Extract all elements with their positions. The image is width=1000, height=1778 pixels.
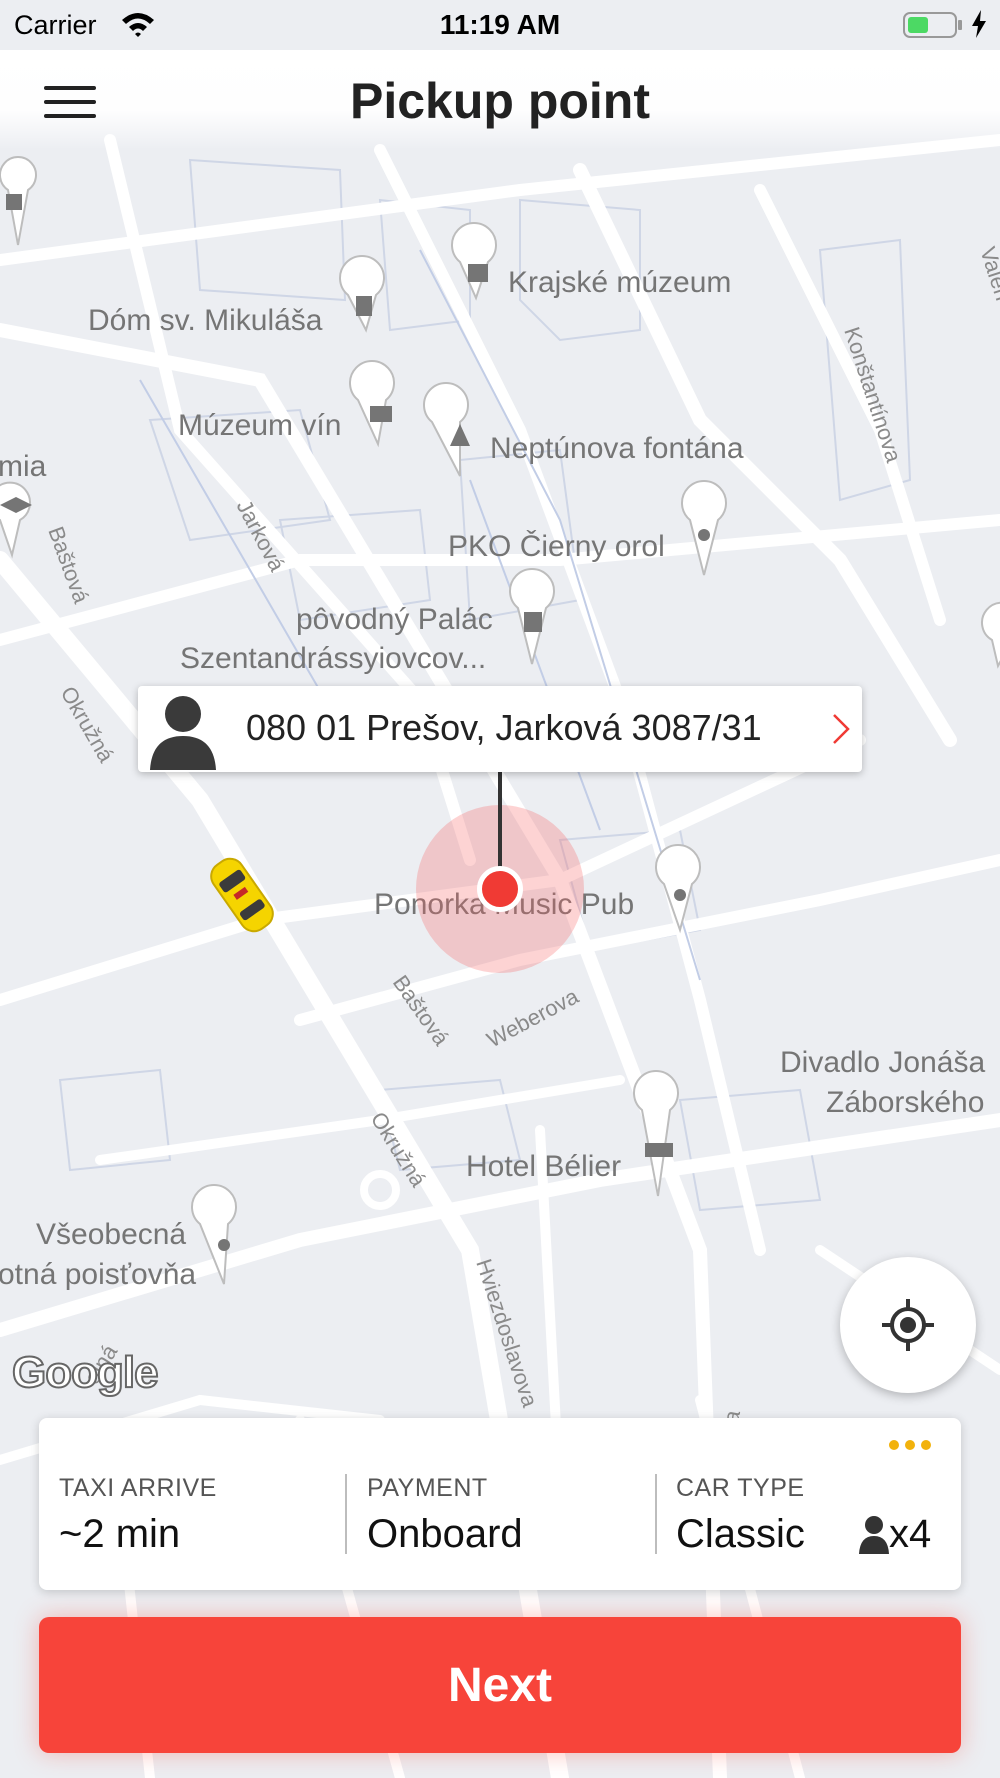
seat-count-value: x4 [889, 1512, 932, 1556]
place-label: Krajské múzeum [508, 266, 731, 299]
taxi-car-icon [210, 857, 274, 933]
place-label: Múzeum vín [178, 409, 341, 442]
car-type-selector[interactable]: CAR TYPE Classic [676, 1474, 856, 1566]
taxi-arrive-value: ~2 min [59, 1512, 181, 1556]
payment-value: Onboard [367, 1512, 523, 1556]
pickup-address-card[interactable]: 080 01 Prešov, Jarková 3087/31 [138, 686, 862, 772]
crosshair-icon [882, 1299, 934, 1351]
place-label: Szentandrássyiovcov... [180, 642, 486, 675]
trip-info-card: TAXI ARRIVE ~2 min PAYMENT Onboard CAR T… [39, 1418, 961, 1590]
pickup-address: 080 01 Prešov, Jarková 3087/31 [246, 707, 762, 748]
divider [655, 1474, 657, 1554]
place-label: PKO Čierny orol [448, 529, 665, 563]
car-type-value: Classic [676, 1512, 805, 1556]
pickup-pin-icon[interactable] [477, 866, 523, 912]
battery-icon [903, 12, 962, 38]
place-label: Divadlo Jonáša [780, 1046, 985, 1079]
person-icon [859, 1516, 889, 1554]
taxi-arrive-section: TAXI ARRIVE ~2 min [59, 1474, 319, 1566]
place-label: Hotel Bélier [466, 1150, 621, 1183]
status-bar: Carrier 11:19 AM [0, 0, 1000, 50]
payment-label: PAYMENT [367, 1474, 488, 1502]
seat-count: x4 [859, 1512, 933, 1556]
payment-selector[interactable]: PAYMENT Onboard [367, 1474, 627, 1566]
my-location-button[interactable] [840, 1257, 976, 1393]
place-label: Záborského [826, 1086, 984, 1119]
user-silhouette-icon [150, 696, 216, 770]
place-label: Dóm sv. Mikuláša [88, 304, 323, 337]
place-label: mia [0, 450, 47, 483]
place-label: pôvodný Palác [296, 603, 493, 636]
page-title: Pickup point [350, 73, 650, 129]
place-label: Všeobecná [36, 1218, 186, 1251]
taxi-arrive-label: TAXI ARRIVE [59, 1474, 217, 1502]
place-label: otná poisťovňa [0, 1258, 196, 1291]
more-dots-icon[interactable] [889, 1438, 933, 1452]
divider [345, 1474, 347, 1554]
chevron-right-icon [833, 714, 850, 744]
place-label: Neptúnova fontána [490, 432, 744, 465]
next-button[interactable]: Next [39, 1617, 961, 1753]
nav-bar: Pickup point [0, 50, 1000, 150]
charging-bolt-icon [972, 10, 986, 38]
google-logo: Google [11, 1347, 160, 1398]
car-type-label: CAR TYPE [676, 1474, 805, 1502]
clock: 11:19 AM [439, 9, 561, 40]
